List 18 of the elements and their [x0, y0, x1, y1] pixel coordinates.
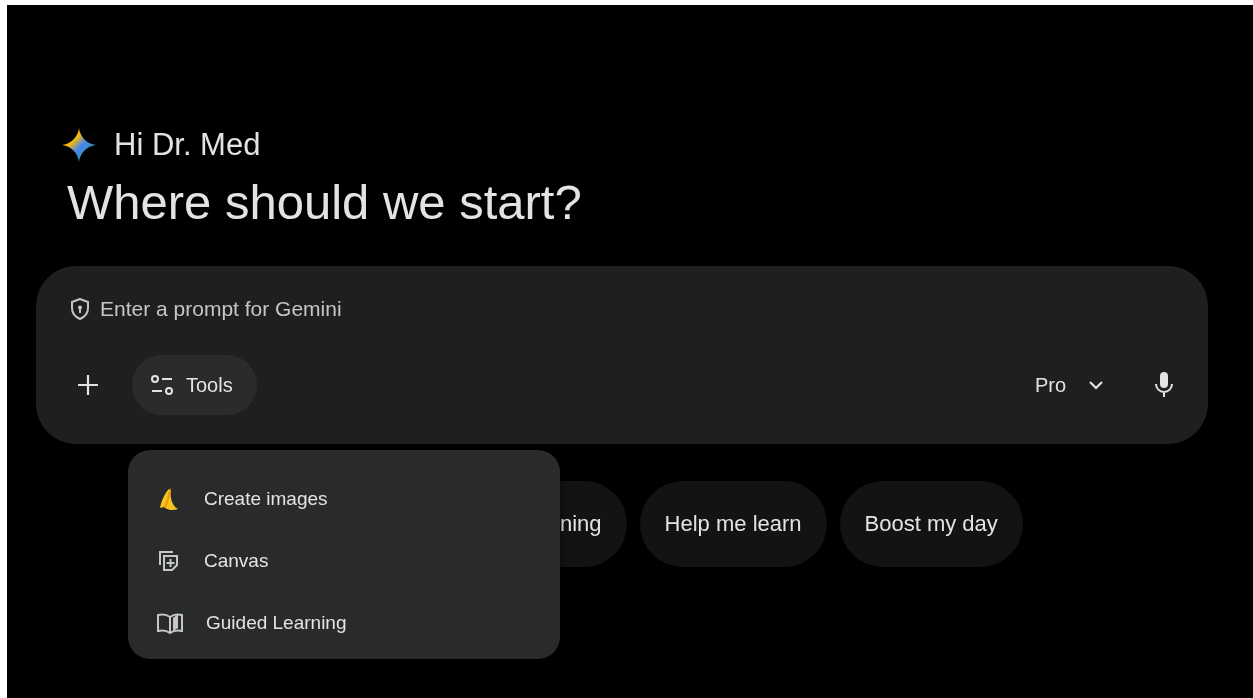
- menu-item[interactable]: Canvas: [128, 530, 560, 592]
- suggestion-chip[interactable]: Boost my day: [839, 480, 1023, 567]
- suggestion-chip[interactable]: Help me learn: [639, 480, 827, 567]
- book-icon: [156, 611, 184, 635]
- headline: Where should we start?: [67, 174, 583, 231]
- tools-button[interactable]: Tools: [132, 355, 257, 416]
- greeting: Hi Dr. Med: [114, 125, 261, 164]
- prompt-field[interactable]: Enter a prompt for Gemini: [98, 291, 1180, 326]
- shield-icon: [70, 297, 90, 320]
- prompt-box[interactable]: Enter a prompt for Gemini Tools Pro: [36, 265, 1208, 444]
- menu-item[interactable]: Create images: [128, 468, 560, 530]
- model-selector[interactable]: Pro: [1028, 369, 1110, 402]
- chevron-down-icon: [1088, 380, 1104, 391]
- sliders-icon: [150, 374, 174, 397]
- plus-icon: [76, 373, 100, 398]
- microphone-icon: [1154, 371, 1174, 400]
- menu-item[interactable]: Guided Learning: [128, 592, 560, 654]
- sparkle-icon: [62, 128, 96, 162]
